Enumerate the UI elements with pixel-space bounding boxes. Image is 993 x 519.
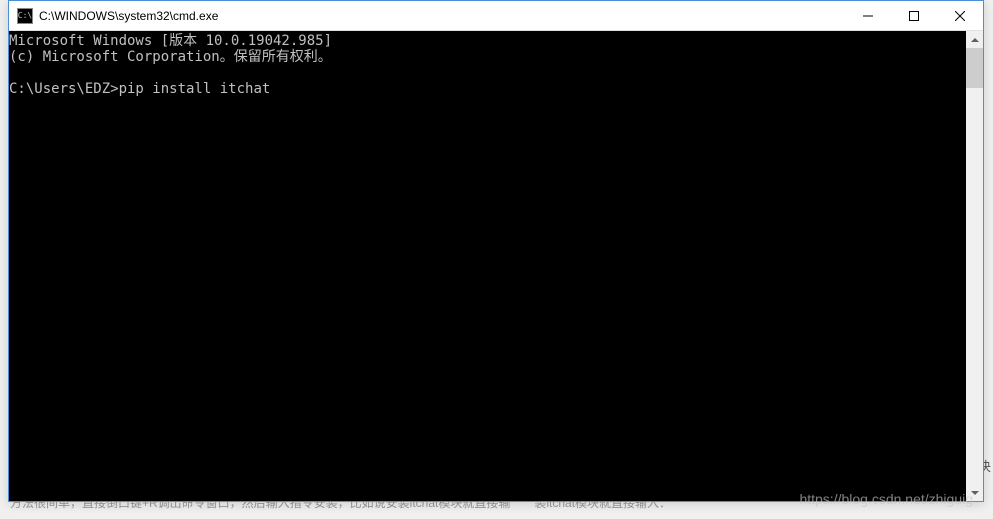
terminal-prompt-line: C:\Users\EDZ>pip install itchat xyxy=(9,81,966,97)
terminal-line-blank xyxy=(9,65,966,81)
scroll-up-button[interactable] xyxy=(966,31,983,48)
terminal-area: Microsoft Windows [版本 10.0.19042.985](c)… xyxy=(9,31,983,501)
title-bar[interactable]: C:\ C:\WINDOWS\system32\cmd.exe xyxy=(9,1,983,31)
cmd-window: C:\ C:\WINDOWS\system32\cmd.exe Microsof… xyxy=(8,0,984,502)
terminal-prompt: C:\Users\EDZ> xyxy=(9,81,119,97)
terminal-line-copyright: (c) Microsoft Corporation。保留所有权利。 xyxy=(9,49,966,65)
maximize-button[interactable] xyxy=(891,1,937,30)
window-controls xyxy=(845,1,983,30)
cmd-icon: C:\ xyxy=(17,8,33,24)
terminal-line-version: Microsoft Windows [版本 10.0.19042.985] xyxy=(9,33,966,49)
vertical-scrollbar[interactable] xyxy=(966,31,983,501)
scroll-track[interactable] xyxy=(966,48,983,484)
scroll-thumb[interactable] xyxy=(966,48,983,88)
minimize-button[interactable] xyxy=(845,1,891,30)
chevron-up-icon xyxy=(971,38,979,42)
window-title: C:\WINDOWS\system32\cmd.exe xyxy=(39,9,845,23)
close-button[interactable] xyxy=(937,1,983,30)
terminal-content[interactable]: Microsoft Windows [版本 10.0.19042.985](c)… xyxy=(9,31,966,501)
maximize-icon xyxy=(909,11,919,21)
minimize-icon xyxy=(863,11,873,21)
scroll-down-button[interactable] xyxy=(966,484,983,501)
close-icon xyxy=(955,11,965,21)
terminal-command: pip install itchat xyxy=(119,81,271,97)
chevron-down-icon xyxy=(971,491,979,495)
